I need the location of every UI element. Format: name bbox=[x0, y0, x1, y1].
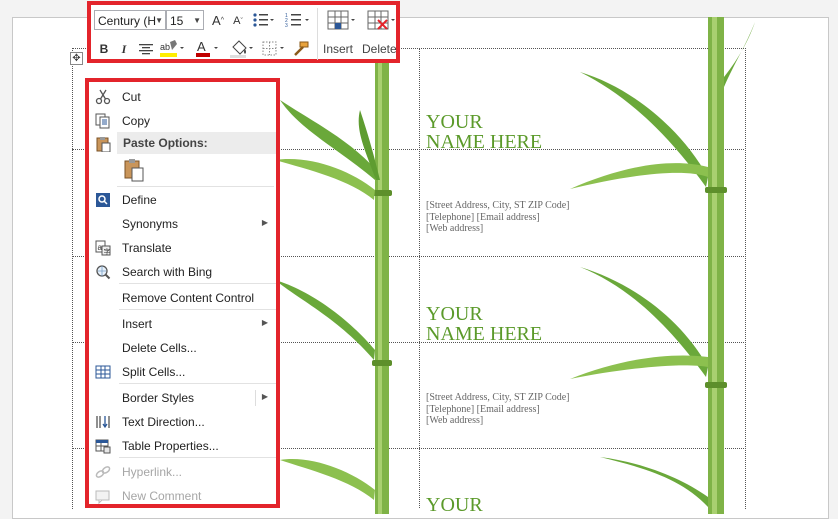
paste-keep-source-button[interactable] bbox=[123, 158, 145, 182]
hyperlink-icon bbox=[95, 464, 111, 480]
font-color-icon[interactable]: A bbox=[195, 38, 219, 60]
highlight-color-icon[interactable]: ab bbox=[159, 38, 185, 60]
submenu-arrow-icon: ▶ bbox=[261, 218, 268, 227]
card-name-placeholder[interactable]: YOUR NAME HERE bbox=[426, 112, 570, 152]
menu-item-translate[interactable]: a字 Translate bbox=[89, 236, 276, 260]
split-button-divider bbox=[255, 390, 256, 406]
menu-item-label: Insert bbox=[122, 317, 153, 331]
menu-item-border-styles[interactable]: Border Styles ▶ bbox=[89, 386, 276, 410]
context-menu: Cut Copy Paste Options: Define Synonyms … bbox=[85, 78, 280, 508]
menu-item-copy[interactable]: Copy bbox=[89, 109, 276, 133]
business-card[interactable]: YOUR bbox=[426, 495, 483, 515]
menu-separator bbox=[117, 186, 274, 187]
menu-item-label: Text Direction... bbox=[122, 415, 205, 429]
card-name-placeholder[interactable]: YOUR bbox=[426, 495, 483, 515]
shading-icon[interactable] bbox=[229, 38, 255, 60]
menu-item-new-comment[interactable]: New Comment bbox=[89, 484, 276, 508]
chevron-down-icon: ▼ bbox=[155, 16, 163, 25]
center-align-icon[interactable] bbox=[137, 40, 155, 58]
delete-table-icon[interactable] bbox=[365, 8, 397, 34]
card-name-placeholder[interactable]: YOUR NAME HERE bbox=[426, 304, 570, 344]
italic-icon[interactable]: I bbox=[117, 40, 131, 58]
menu-item-insert[interactable]: Insert ▶ bbox=[89, 312, 276, 336]
menu-item-search-with-bing[interactable]: Search with Bing bbox=[89, 260, 276, 284]
table-move-handle-icon[interactable]: ✥ bbox=[70, 52, 83, 65]
bold-icon[interactable]: B bbox=[97, 40, 111, 58]
scissors-icon bbox=[95, 89, 111, 105]
menu-item-cut[interactable]: Cut bbox=[89, 85, 276, 109]
menu-item-remove-content-control[interactable]: Remove Content Control bbox=[89, 286, 276, 310]
insert-label[interactable]: Insert bbox=[323, 42, 353, 56]
submenu-arrow-icon: ▶ bbox=[261, 318, 268, 327]
menu-item-table-properties[interactable]: Table Properties... bbox=[89, 434, 276, 458]
font-name-value: Century (H bbox=[98, 14, 157, 28]
menu-item-split-cells[interactable]: Split Cells... bbox=[89, 360, 276, 384]
insert-table-icon[interactable] bbox=[325, 8, 357, 34]
copy-icon bbox=[95, 113, 111, 129]
svg-text:3: 3 bbox=[285, 23, 288, 28]
numbering-icon[interactable]: 123 bbox=[284, 10, 312, 30]
menu-item-label: Remove Content Control bbox=[122, 291, 255, 305]
mini-toolbar: Century (H ▼ 15 ▼ A ^ Aˇ 123 Insert Delet… bbox=[87, 1, 400, 63]
borders-icon[interactable] bbox=[261, 38, 287, 60]
shrink-font-icon[interactable]: Aˇ bbox=[229, 12, 247, 30]
menu-item-label: Define bbox=[122, 193, 157, 207]
menu-item-label: Delete Cells... bbox=[122, 341, 197, 355]
submenu-arrow-icon: ▶ bbox=[261, 392, 268, 401]
menu-item-hyperlink[interactable]: Hyperlink... bbox=[89, 460, 276, 484]
font-size-value: 15 bbox=[170, 14, 184, 28]
menu-separator bbox=[119, 383, 276, 384]
grow-font-icon[interactable]: A ^ bbox=[209, 10, 227, 30]
menu-item-label: Copy bbox=[122, 114, 151, 128]
card-address[interactable]: [Street Address, City, ST ZIP Code] bbox=[426, 200, 570, 212]
card-web[interactable]: [Web address] bbox=[426, 415, 570, 427]
text-direction-icon bbox=[95, 414, 111, 430]
menu-separator bbox=[119, 283, 276, 284]
paste-options-label: Paste Options: bbox=[123, 136, 208, 150]
search-web-icon bbox=[95, 264, 111, 280]
svg-text:A: A bbox=[197, 39, 206, 54]
paste-options-header: Paste Options: bbox=[117, 132, 276, 154]
menu-item-label: Translate bbox=[122, 241, 172, 255]
menu-item-label: Split Cells... bbox=[122, 365, 186, 379]
menu-item-text-direction[interactable]: Text Direction... bbox=[89, 410, 276, 434]
card-web[interactable]: [Web address] bbox=[426, 223, 570, 235]
card-contact[interactable]: [Telephone] [Email address] bbox=[426, 404, 570, 416]
menu-item-label: Table Properties... bbox=[122, 439, 219, 453]
translate-icon: a字 bbox=[95, 240, 111, 256]
business-card[interactable]: YOUR NAME HERE [Street Address, City, ST… bbox=[426, 112, 570, 235]
menu-item-label: Hyperlink... bbox=[122, 465, 183, 479]
bamboo-image-left bbox=[275, 60, 392, 514]
business-card[interactable]: YOUR NAME HERE [Street Address, City, ST… bbox=[426, 304, 570, 427]
bullets-icon[interactable] bbox=[251, 10, 275, 30]
define-icon bbox=[95, 192, 111, 208]
menu-item-label: New Comment bbox=[122, 489, 202, 503]
format-painter-icon[interactable] bbox=[289, 38, 313, 60]
menu-separator bbox=[119, 457, 276, 458]
menu-item-label: Search with Bing bbox=[122, 265, 213, 279]
toolbar-separator bbox=[317, 8, 318, 60]
chevron-down-icon: ▼ bbox=[193, 16, 201, 25]
menu-item-label: Cut bbox=[122, 90, 141, 104]
font-name-combo[interactable]: Century (H ▼ bbox=[94, 10, 166, 30]
bamboo-image-right bbox=[570, 17, 755, 514]
card-address[interactable]: [Street Address, City, ST ZIP Code] bbox=[426, 392, 570, 404]
menu-separator bbox=[119, 309, 276, 310]
split-cells-icon bbox=[95, 364, 111, 380]
menu-item-label: Synonyms bbox=[122, 217, 179, 231]
svg-text:ab: ab bbox=[160, 42, 170, 52]
clipboard-icon bbox=[95, 136, 111, 153]
menu-item-label: Border Styles bbox=[122, 391, 195, 405]
menu-item-define[interactable]: Define bbox=[89, 188, 276, 212]
menu-item-delete-cells[interactable]: Delete Cells... bbox=[89, 336, 276, 360]
delete-label[interactable]: Delete bbox=[362, 42, 397, 56]
svg-text:字: 字 bbox=[104, 247, 111, 256]
table-properties-icon bbox=[95, 438, 111, 454]
card-contact[interactable]: [Telephone] [Email address] bbox=[426, 212, 570, 224]
new-comment-icon bbox=[95, 488, 111, 505]
font-size-combo[interactable]: 15 ▼ bbox=[166, 10, 204, 30]
menu-item-synonyms[interactable]: Synonyms ▶ bbox=[89, 212, 276, 236]
